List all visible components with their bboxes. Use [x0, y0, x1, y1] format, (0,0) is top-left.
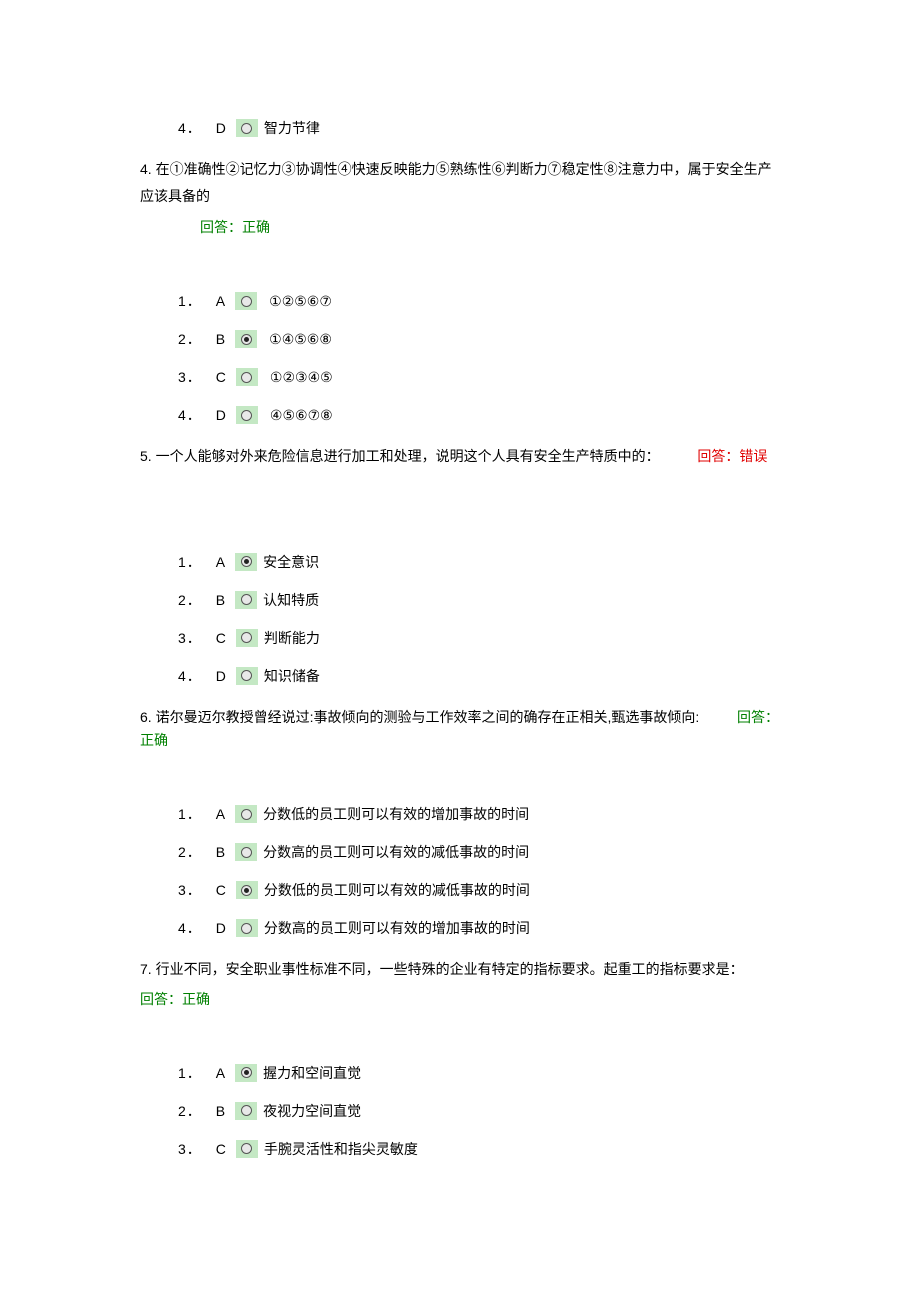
radio-icon[interactable]	[236, 368, 258, 386]
question-text: 6. 诺尔曼迈尔教授曾经说过:事故倾向的测验与工作效率之间的确存在正相关,甄选事…	[140, 709, 699, 725]
radio-icon[interactable]	[236, 406, 258, 424]
option-text: 手腕灵活性和指尖灵敏度	[264, 1139, 418, 1159]
radio-icon[interactable]	[236, 881, 258, 899]
question-7: 7. 行业不同，安全职业事性标准不同，一些特殊的企业有特定的指标要求。起重工的指…	[140, 956, 780, 1009]
radio-icon[interactable]	[235, 1064, 257, 1082]
radio-icon[interactable]	[235, 330, 257, 348]
option-number: 2．	[178, 590, 202, 610]
option-letter: A	[216, 806, 225, 822]
q4-option-4[interactable]: 4． D ④⑤⑥⑦⑧	[178, 405, 780, 425]
option-number: 4．	[178, 666, 202, 686]
option-text: 握力和空间直觉	[263, 1063, 361, 1083]
option-text: 分数低的员工则可以有效的减低事故的时间	[264, 880, 530, 900]
option-number: 3．	[178, 1139, 202, 1159]
option-letter: B	[216, 1103, 225, 1119]
q6-option-1[interactable]: 1． A 分数低的员工则可以有效的增加事故的时间	[178, 804, 780, 824]
q5-option-2[interactable]: 2． B 认知特质	[178, 590, 780, 610]
option-number: 1．	[178, 291, 202, 311]
q6-option-3[interactable]: 3． C 分数低的员工则可以有效的减低事故的时间	[178, 880, 780, 900]
question-text: 4. 在①准确性②记忆力③协调性④快速反映能力⑤熟练性⑥判断力⑦稳定性⑧注意力中…	[140, 156, 780, 209]
option-letter: D	[216, 407, 226, 423]
q6-option-4[interactable]: 4． D 分数高的员工则可以有效的增加事故的时间	[178, 918, 780, 938]
option-number: 3．	[178, 880, 202, 900]
option-text: 分数低的员工则可以有效的增加事故的时间	[263, 804, 529, 824]
option-letter: D	[216, 668, 226, 684]
option-text: ①④⑤⑥⑧	[269, 331, 332, 348]
radio-icon[interactable]	[236, 1140, 258, 1158]
option-letter: B	[216, 592, 225, 608]
radio-icon[interactable]	[235, 843, 257, 861]
option-number: 3．	[178, 367, 202, 387]
radio-icon[interactable]	[235, 1102, 257, 1120]
q7-option-1[interactable]: 1． A 握力和空间直觉	[178, 1063, 780, 1083]
option-letter: D	[216, 120, 226, 136]
question-6: 6. 诺尔曼迈尔教授曾经说过:事故倾向的测验与工作效率之间的确存在正相关,甄选事…	[140, 704, 780, 751]
option-text: 认知特质	[263, 590, 319, 610]
option-text: ④⑤⑥⑦⑧	[270, 407, 333, 424]
q7-option-2[interactable]: 2． B 夜视力空间直觉	[178, 1101, 780, 1121]
option-text: 智力节律	[264, 118, 320, 138]
option-number: 1．	[178, 552, 202, 572]
question-5: 5. 一个人能够对外来危险信息进行加工和处理，说明这个人具有安全生产特质中的： …	[140, 443, 780, 470]
feedback-correct: 回答：正确	[140, 989, 780, 1009]
feedback-wrong: 回答：错误	[697, 448, 767, 464]
q5-option-4[interactable]: 4． D 知识储备	[178, 666, 780, 686]
option-number: 4．	[178, 118, 202, 138]
option-letter: A	[216, 1065, 225, 1081]
q5-option-3[interactable]: 3． C 判断能力	[178, 628, 780, 648]
q4-option-1[interactable]: 1． A ①②⑤⑥⑦	[178, 291, 780, 311]
option-number: 1．	[178, 804, 202, 824]
q4-option-2[interactable]: 2． B ①④⑤⑥⑧	[178, 329, 780, 349]
radio-icon[interactable]	[236, 667, 258, 685]
option-letter: B	[216, 844, 225, 860]
option-number: 4．	[178, 918, 202, 938]
option-letter: C	[216, 1141, 226, 1157]
q7-option-3[interactable]: 3． C 手腕灵活性和指尖灵敏度	[178, 1139, 780, 1159]
option-text: 安全意识	[263, 552, 319, 572]
radio-icon[interactable]	[236, 919, 258, 937]
feedback-correct: 正确	[140, 730, 780, 750]
option-text: 分数高的员工则可以有效的增加事故的时间	[264, 918, 530, 938]
radio-icon[interactable]	[235, 805, 257, 823]
option-letter: B	[216, 331, 225, 347]
option-letter: A	[216, 293, 225, 309]
option-letter: C	[216, 630, 226, 646]
q5-option-1[interactable]: 1． A 安全意识	[178, 552, 780, 572]
option-number: 3．	[178, 628, 202, 648]
option-number: 1．	[178, 1063, 202, 1083]
option-text: 夜视力空间直觉	[263, 1101, 361, 1121]
feedback-correct: 回答：正确	[200, 217, 780, 237]
option-text: ①②⑤⑥⑦	[269, 293, 332, 310]
option-letter: C	[216, 369, 226, 385]
q6-option-2[interactable]: 2． B 分数高的员工则可以有效的减低事故的时间	[178, 842, 780, 862]
radio-icon[interactable]	[236, 629, 258, 647]
option-number: 2．	[178, 1101, 202, 1121]
option-number: 2．	[178, 842, 202, 862]
feedback-correct-prefix: 回答：	[737, 709, 779, 725]
option-text: 分数高的员工则可以有效的减低事故的时间	[263, 842, 529, 862]
question-text: 5. 一个人能够对外来危险信息进行加工和处理，说明这个人具有安全生产特质中的：	[140, 448, 660, 464]
radio-icon[interactable]	[236, 119, 258, 137]
option-text: 判断能力	[264, 628, 320, 648]
radio-icon[interactable]	[235, 553, 257, 571]
radio-icon[interactable]	[235, 591, 257, 609]
q4-option-3[interactable]: 3． C ①②③④⑤	[178, 367, 780, 387]
option-number: 2．	[178, 329, 202, 349]
option-text: 知识储备	[264, 666, 320, 686]
option-text: ①②③④⑤	[270, 369, 333, 386]
question-text: 7. 行业不同，安全职业事性标准不同，一些特殊的企业有特定的指标要求。起重工的指…	[140, 956, 780, 983]
question-4: 4. 在①准确性②记忆力③协调性④快速反映能力⑤熟练性⑥判断力⑦稳定性⑧注意力中…	[140, 156, 780, 237]
radio-icon[interactable]	[235, 292, 257, 310]
option-letter: A	[216, 554, 225, 570]
option-number: 4．	[178, 405, 202, 425]
option-letter: C	[216, 882, 226, 898]
option-letter: D	[216, 920, 226, 936]
q3-option-4[interactable]: 4． D 智力节律	[178, 118, 780, 138]
